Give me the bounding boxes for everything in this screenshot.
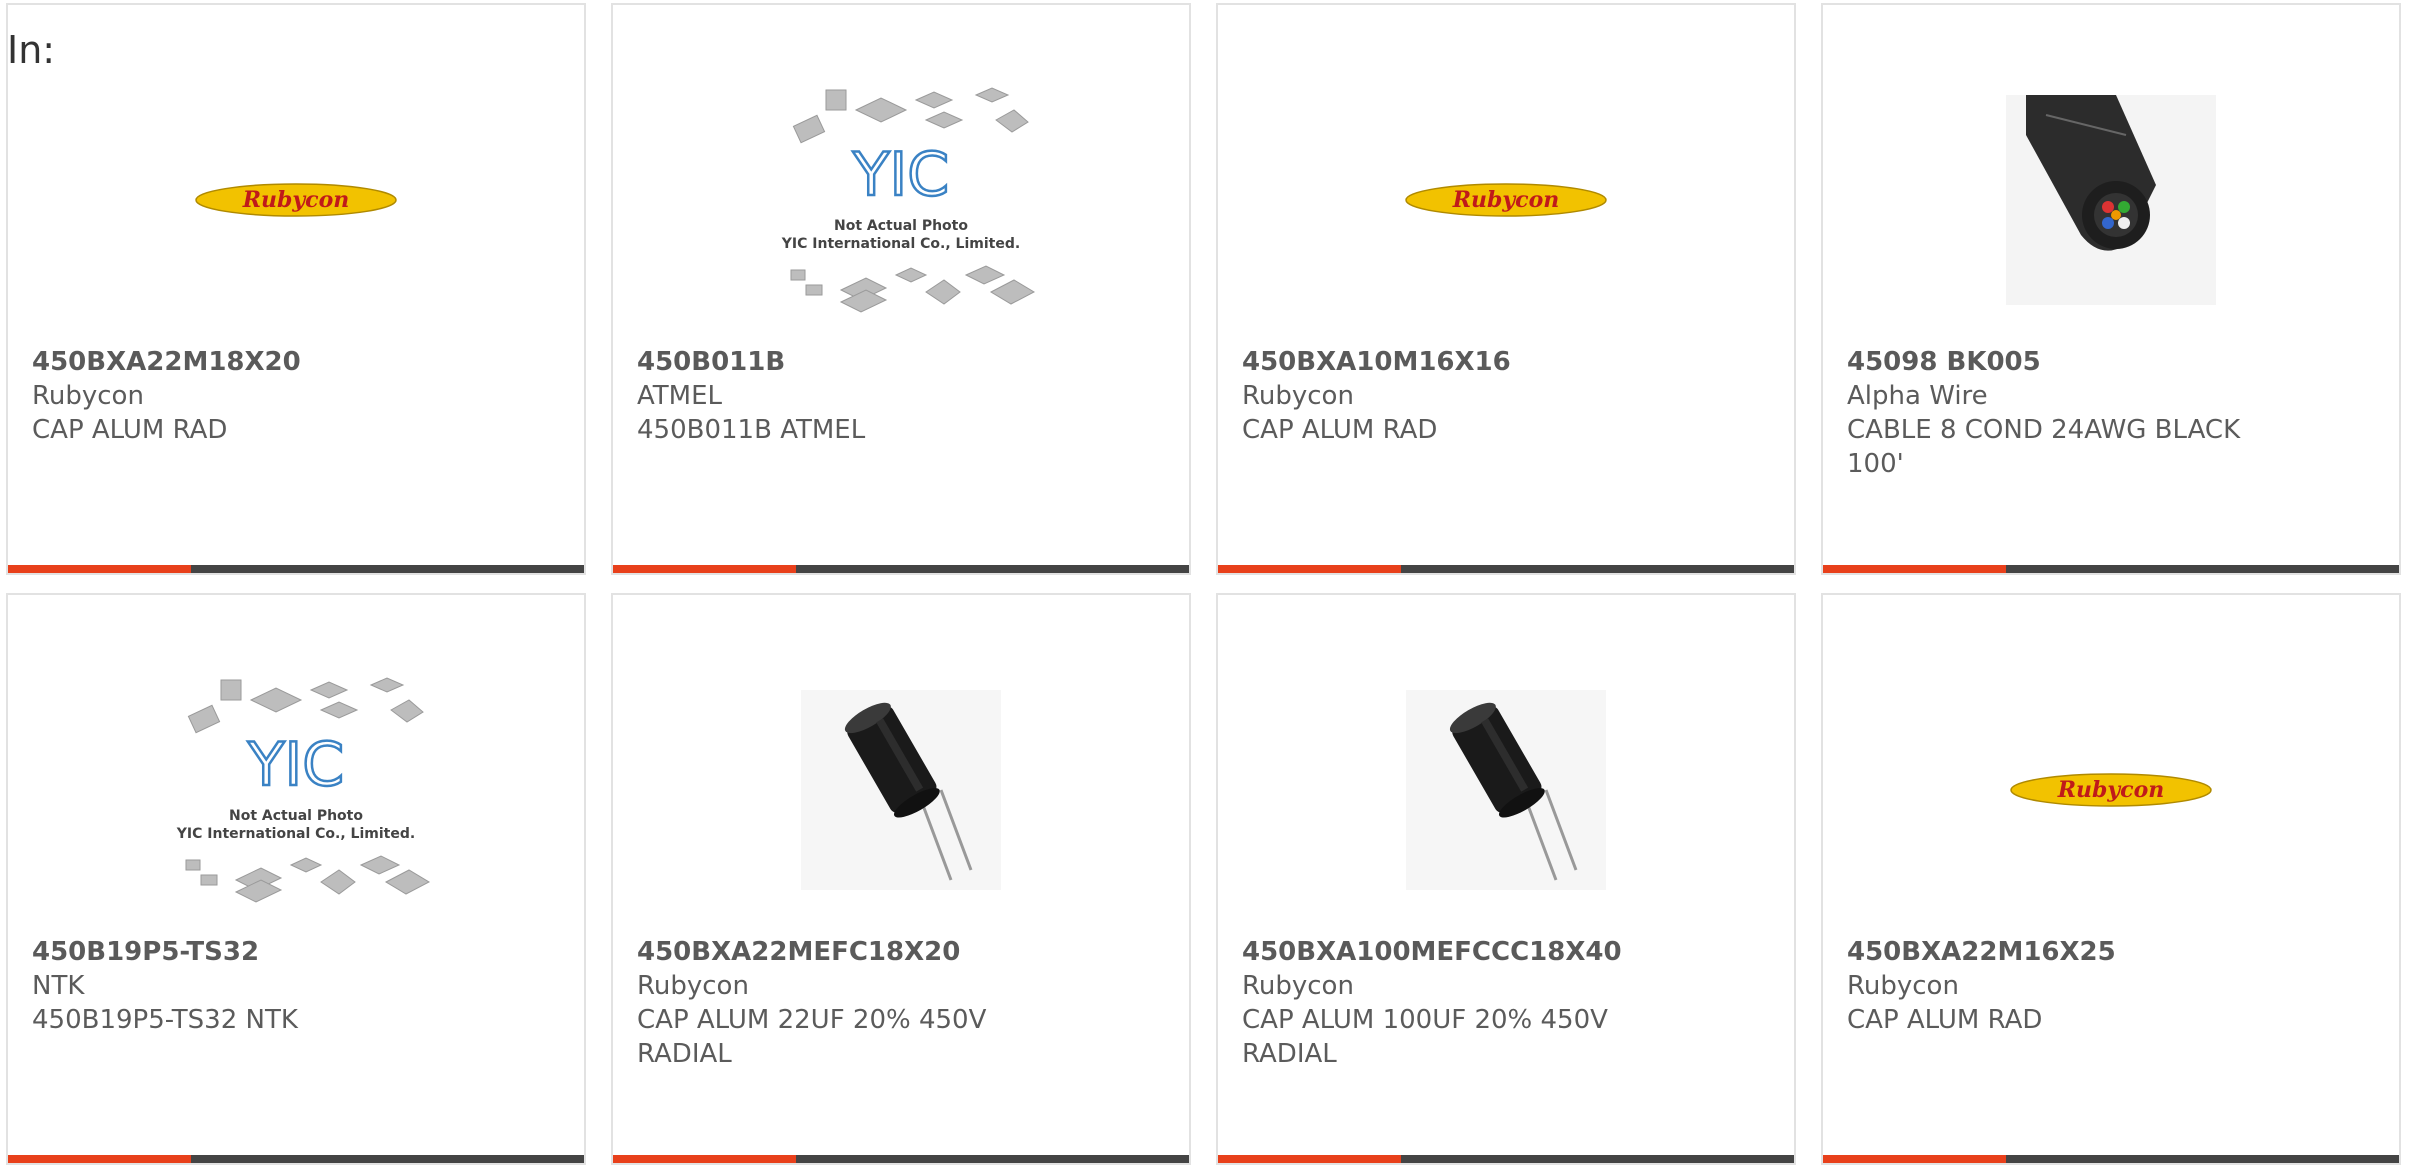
svg-text:Not Actual Photo: Not Actual Photo (834, 218, 968, 234)
description: 450B011B ATMEL (637, 415, 866, 445)
svg-text:Rubycon: Rubycon (1452, 187, 1560, 213)
card-bar-accent (8, 565, 191, 573)
card-bar (1823, 1155, 2399, 1163)
product-card[interactable]: Rubycon 450BXA22M18X20 Rubycon CAP ALUM … (6, 3, 586, 575)
manufacturer: Alpha Wire (1847, 381, 1988, 411)
description: CAP ALUM RAD (1847, 1005, 2043, 1035)
card-bar-accent (613, 565, 796, 573)
part-number[interactable]: 450BXA10M16X16 (1242, 345, 1774, 379)
manufacturer: ATMEL (637, 381, 722, 411)
card-bar (1218, 1155, 1794, 1163)
description: CAP ALUM RAD (32, 415, 228, 445)
product-image[interactable] (1218, 650, 1794, 930)
card-bar (8, 1155, 584, 1163)
card-bar-accent (8, 1155, 191, 1163)
card-bar (1823, 565, 2399, 573)
manufacturer: Rubycon (32, 381, 144, 411)
product-card[interactable]: YIC Not Actual Photo YIC International C… (611, 3, 1191, 575)
part-number[interactable]: 450B011B (637, 345, 1169, 379)
card-bar (8, 565, 584, 573)
manufacturer: NTK (32, 971, 85, 1001)
svg-text:Rubycon: Rubycon (242, 187, 350, 213)
product-card[interactable]: YIC Not Actual Photo YIC International C… (6, 593, 586, 1165)
card-bar-accent (1823, 565, 2006, 573)
product-image[interactable]: YIC Not Actual Photo YIC International C… (8, 650, 584, 930)
in-label: In: (7, 28, 56, 72)
product-card[interactable]: 450BXA22MEFC18X20 Rubycon CAP ALUM 22UF … (611, 593, 1191, 1165)
svg-text:Not Actual Photo: Not Actual Photo (229, 808, 363, 824)
part-number[interactable]: 450BXA22MEFC18X20 (637, 935, 1169, 969)
product-grid: Rubycon 450BXA22M18X20 Rubycon CAP ALUM … (6, 3, 2401, 1165)
product-image[interactable]: Rubycon (1218, 60, 1794, 340)
rubycon-logo: Rubycon (1405, 183, 1607, 217)
manufacturer: Rubycon (1847, 971, 1959, 1001)
card-bar (1218, 565, 1794, 573)
part-number[interactable]: 450B19P5-TS32 (32, 935, 564, 969)
rubycon-logo: Rubycon (195, 183, 397, 217)
svg-text:YIC International Co., Limited: YIC International Co., Limited. (176, 826, 415, 842)
product-image[interactable] (613, 650, 1189, 930)
manufacturer: Rubycon (637, 971, 749, 1001)
card-bar (613, 1155, 1189, 1163)
product-image[interactable]: Rubycon (1823, 650, 2399, 930)
product-card[interactable]: Rubycon 450BXA22M16X25 Rubycon CAP ALUM … (1821, 593, 2401, 1165)
yic-placeholder-image: YIC Not Actual Photo YIC International C… (176, 677, 431, 903)
card-bar-accent (1218, 565, 1401, 573)
rubycon-logo: Rubycon (2010, 773, 2212, 807)
manufacturer: Rubycon (1242, 971, 1354, 1001)
description: CAP ALUM 22UF 20% 450V RADIAL (637, 1005, 987, 1069)
description: 450B19P5-TS32 NTK (32, 1005, 298, 1035)
description: CABLE 8 COND 24AWG BLACK 100' (1847, 415, 2241, 479)
description: CAP ALUM 100UF 20% 450V RADIAL (1242, 1005, 1608, 1069)
svg-text:YIC: YIC (247, 730, 344, 800)
product-image[interactable] (1823, 60, 2399, 340)
part-number[interactable]: 450BXA100MEFCCC18X40 (1242, 935, 1774, 969)
svg-text:Rubycon: Rubycon (2057, 777, 2165, 803)
product-card[interactable]: Rubycon 450BXA10M16X16 Rubycon CAP ALUM … (1216, 3, 1796, 575)
capacitor-photo (801, 690, 1001, 890)
cable-photo (2006, 95, 2216, 305)
capacitor-photo (1406, 690, 1606, 890)
product-card[interactable]: 45098 BK005 Alpha Wire CABLE 8 COND 24AW… (1821, 3, 2401, 575)
product-image[interactable]: Rubycon (8, 60, 584, 340)
product-image[interactable]: YIC Not Actual Photo YIC International C… (613, 60, 1189, 340)
svg-text:YIC International Co., Limited: YIC International Co., Limited. (781, 236, 1020, 252)
card-bar (613, 565, 1189, 573)
part-number[interactable]: 450BXA22M18X20 (32, 345, 564, 379)
manufacturer: Rubycon (1242, 381, 1354, 411)
card-bar-accent (613, 1155, 796, 1163)
svg-text:YIC: YIC (852, 140, 949, 210)
product-card[interactable]: 450BXA100MEFCCC18X40 Rubycon CAP ALUM 10… (1216, 593, 1796, 1165)
yic-placeholder-image: YIC Not Actual Photo YIC International C… (781, 87, 1036, 313)
part-number[interactable]: 45098 BK005 (1847, 345, 2379, 379)
part-number[interactable]: 450BXA22M16X25 (1847, 935, 2379, 969)
card-bar-accent (1218, 1155, 1401, 1163)
card-bar-accent (1823, 1155, 2006, 1163)
description: CAP ALUM RAD (1242, 415, 1438, 445)
